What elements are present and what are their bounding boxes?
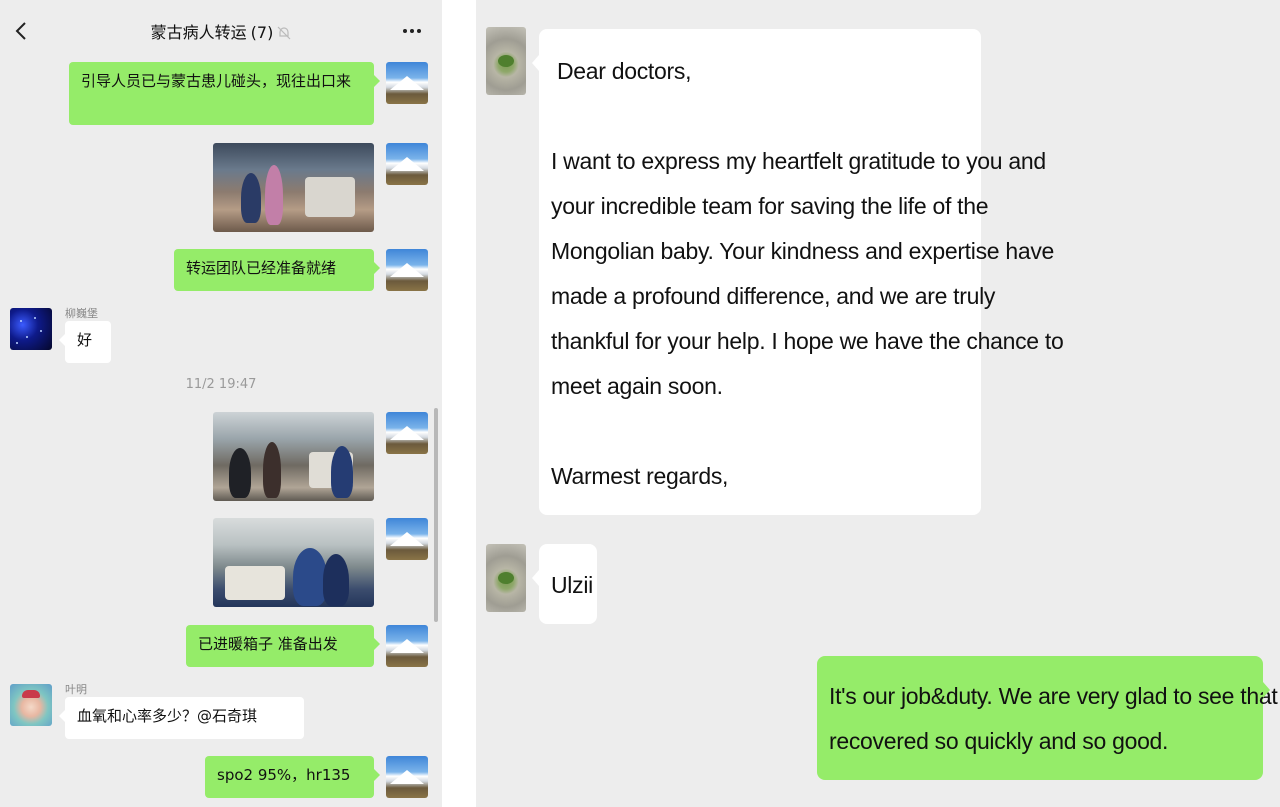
my-avatar[interactable] — [386, 518, 428, 560]
sent-reply-message[interactable]: It's our job&duty. We are very glad to s… — [817, 656, 1280, 780]
message-text: 转运团队已经准备就绪 — [186, 259, 337, 277]
letter-line: thankful for your help. I hope we have t… — [551, 328, 1064, 354]
contact-avatar[interactable] — [10, 308, 52, 350]
contact-avatar[interactable] — [486, 544, 526, 612]
letter-closing: Warmest regards, — [551, 463, 729, 489]
my-avatar[interactable] — [386, 412, 428, 454]
chat-title: 蒙古病人转运 (7) — [0, 19, 442, 43]
signature-text: Ulzii — [551, 572, 593, 598]
sent-photo[interactable] — [213, 412, 374, 501]
scrollbar[interactable] — [434, 408, 438, 622]
reply-line: recovered so quickly and so good. — [829, 728, 1169, 754]
received-message[interactable]: 血氧和心率多少？@石奇琪 — [59, 697, 304, 739]
letter-line: I want to express my heartfelt gratitude… — [551, 148, 1046, 174]
letter-line: your incredible team for saving the life… — [551, 193, 989, 219]
sender-name: 柳巍堡 — [65, 307, 98, 320]
group-name: 蒙古病人转运 — [150, 23, 247, 42]
more-options-icon[interactable] — [402, 20, 422, 40]
sent-message[interactable]: 转运团队已经准备就绪 — [174, 249, 380, 291]
letter-line: made a profound difference, and we are t… — [551, 283, 996, 309]
message-text: 已进暖箱子 准备出发 — [198, 635, 338, 653]
reply-line: It's our job&duty. We are very glad to s… — [829, 683, 1280, 709]
mute-bell-icon — [277, 26, 291, 40]
my-avatar[interactable] — [386, 249, 428, 291]
message-text: 好 — [77, 331, 93, 349]
contact-avatar[interactable] — [10, 684, 52, 726]
member-count: (7) — [250, 23, 274, 42]
sent-message[interactable]: spo2 95%，hr135 — [205, 756, 380, 798]
my-avatar[interactable] — [386, 143, 428, 185]
message-text: 引导人员已与蒙古患儿碰头，现往出口来 — [81, 72, 352, 90]
received-letter-message[interactable]: Dear doctors, I want to express my heart… — [532, 29, 1064, 515]
received-message[interactable]: 好 — [59, 321, 111, 363]
contact-avatar[interactable] — [486, 27, 526, 95]
sent-message[interactable]: 已进暖箱子 准备出发 — [186, 625, 380, 667]
letter-line: Mongolian baby. Your kindness and expert… — [551, 238, 1055, 264]
sent-photo[interactable] — [213, 518, 374, 607]
letter-greeting: Dear doctors, — [557, 58, 692, 84]
message-text: spo2 95%，hr135 — [217, 766, 351, 784]
my-avatar[interactable] — [386, 62, 428, 104]
my-avatar[interactable] — [386, 625, 428, 667]
left-chat-panel: 蒙古病人转运 (7) 引导人员已与蒙古患儿碰头，现往出口来 转运团队已经准备就绪 … — [0, 0, 442, 807]
timestamp: 11/2 19:47 — [185, 377, 257, 392]
sender-name: 叶明 — [65, 683, 87, 696]
sent-photo[interactable] — [213, 143, 374, 232]
received-message[interactable]: Ulzii — [532, 544, 597, 624]
chat-header: 蒙古病人转运 (7) — [0, 0, 442, 60]
letter-line: meet again soon. — [551, 373, 723, 399]
right-chat-panel: Dear doctors, I want to express my heart… — [476, 0, 1280, 807]
message-text: 血氧和心率多少？@石奇琪 — [77, 707, 258, 725]
my-avatar[interactable] — [386, 756, 428, 798]
sent-message[interactable]: 引导人员已与蒙古患儿碰头，现往出口来 — [69, 62, 380, 125]
